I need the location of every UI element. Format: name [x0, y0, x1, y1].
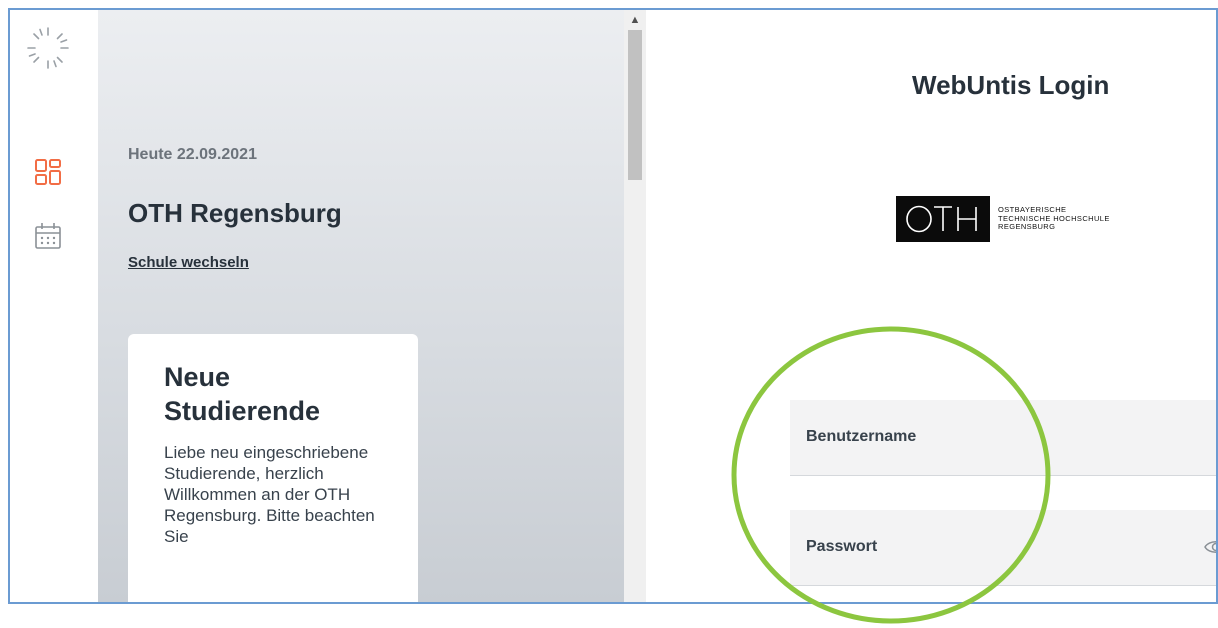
panel-scrollbar[interactable]: ▲ [624, 10, 646, 602]
password-label: Passwort [806, 538, 878, 555]
dashboard-icon[interactable] [32, 156, 64, 188]
oth-logo-letters-icon [906, 205, 977, 233]
oth-logo: OSTBAYERISCHE TECHNISCHE HOCHSCHULE REGE… [896, 196, 1110, 242]
switch-school-link[interactable]: Schule wechseln [128, 254, 249, 271]
news-body: Liebe neu eingeschriebene Studierende, h… [164, 443, 375, 546]
show-password-eye-icon[interactable] [1204, 538, 1218, 556]
calendar-icon[interactable] [32, 220, 64, 252]
oth-logo-mark [896, 196, 990, 242]
logo-text-line: REGENSBURG [998, 222, 1056, 232]
date-label: Heute 22.09.2021 [128, 146, 257, 163]
scroll-thumb[interactable] [628, 30, 642, 180]
username-label: Benutzername [806, 428, 917, 445]
scroll-up-icon[interactable]: ▲ [624, 10, 646, 28]
username-field[interactable]: Benutzername [790, 400, 1216, 476]
loading-spinner-icon [27, 27, 69, 69]
login-title: WebUntis Login [912, 70, 1110, 100]
school-name: OTH Regensburg [128, 198, 342, 228]
icon-rail [10, 10, 98, 602]
browser-viewport: Heute 22.09.2021 OTH Regensburg Schule w… [8, 8, 1218, 604]
oth-logo-text: OSTBAYERISCHE TECHNISCHE HOCHSCHULE REGE… [998, 206, 1110, 232]
password-field[interactable]: Passwort [790, 510, 1218, 586]
news-title: Neue Studierende [164, 362, 321, 426]
news-card: Neue Studierende Liebe neu eingeschriebe… [128, 334, 418, 602]
